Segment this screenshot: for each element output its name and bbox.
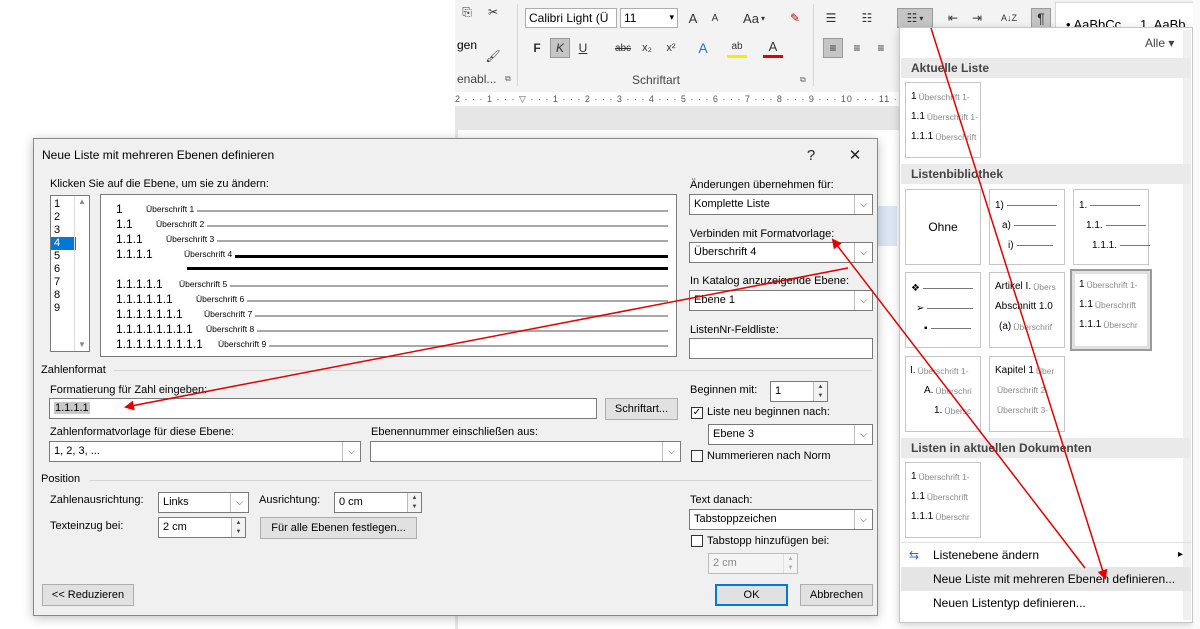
arrow-define-to-style	[831, 238, 1086, 569]
arrow-style-to-format	[124, 267, 849, 411]
arrow-menu-to-define	[930, 27, 1108, 580]
annotation-arrows	[124, 27, 1108, 580]
